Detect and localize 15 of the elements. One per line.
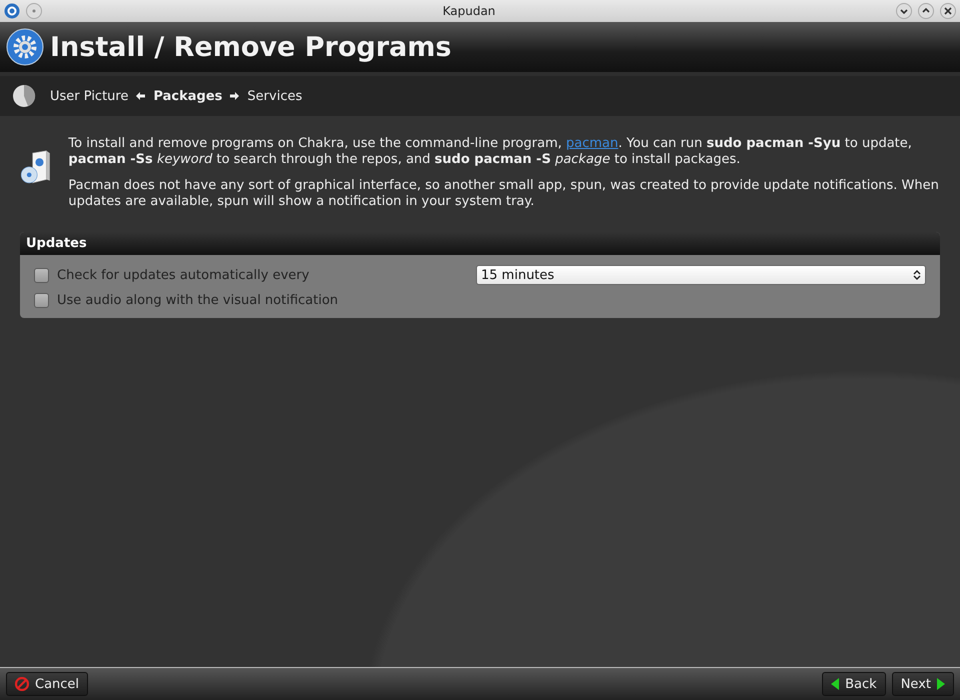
breadcrumb-step: User Picture	[50, 88, 128, 104]
interval-dropdown[interactable]: 15 minutes	[476, 265, 926, 285]
breadcrumb-step: Packages	[153, 88, 222, 104]
cancel-button[interactable]: Cancel	[6, 672, 88, 696]
next-button[interactable]: Next	[892, 672, 954, 696]
page-title: Install / Remove Programs	[50, 32, 452, 62]
checkbox-label: Use audio along with the visual notification	[57, 293, 338, 308]
intro-paragraph: To install and remove programs on Chakra, use the command-line program, pacman. You can run sudo pacman -Syu to update, pacman -Ss keyword to search through the repos, and sudo pacman -S package to install packages.	[68, 136, 913, 168]
pacman-link[interactable]: pacman	[566, 136, 618, 151]
checkbox-label: Check for updates automatically every	[57, 268, 310, 282]
notification-paragraph: Pacman does not have any sort of graphical interface, so another small app, spun, was created to provide update notifications. When updates are available, spun will show a notification in your system tray.	[68, 178, 940, 210]
panel-title: Updates	[20, 232, 940, 255]
back-button[interactable]: Back	[822, 672, 886, 696]
breadcrumb-step: Services	[247, 88, 302, 104]
window-title: Kapudan	[442, 4, 496, 18]
